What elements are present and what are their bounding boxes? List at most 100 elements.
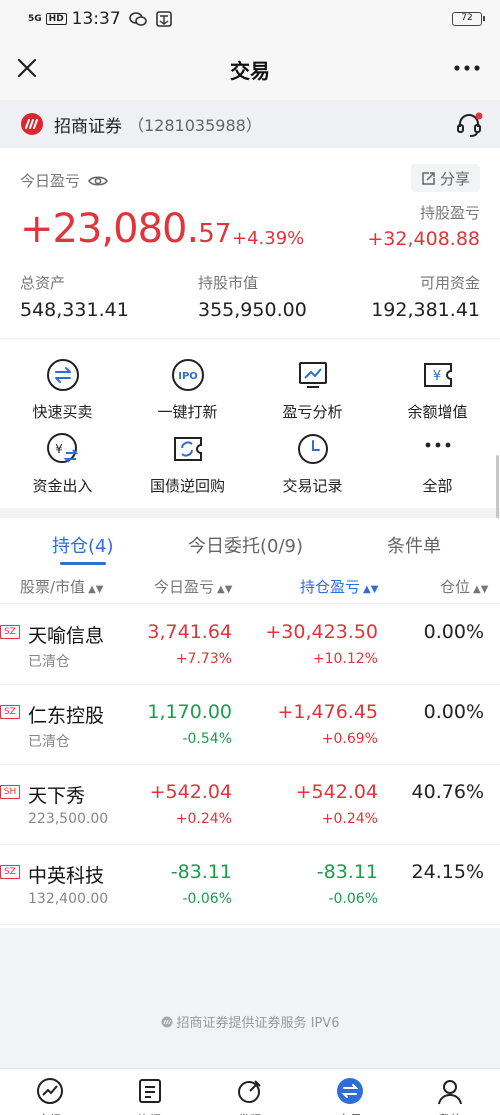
quick-trade-button[interactable]: 快速买卖 <box>0 357 125 422</box>
fund-transfer-button[interactable]: ¥ 资金出入 <box>0 431 125 496</box>
table-row[interactable]: SZ 仁东控股 已清仓 1,170.00 -0.54% +1,476.45 +0… <box>0 685 500 765</box>
close-icon[interactable] <box>14 55 40 81</box>
today-pl-cell: +542.04 <box>149 781 232 803</box>
bottom-navigation: 市场 资讯 发现 交易 我的 <box>0 1068 500 1115</box>
market-value-value: 355,950.00 <box>198 299 307 321</box>
ipo-icon: IPO <box>171 359 204 391</box>
clock-icon <box>297 434 328 464</box>
tab-conditional-orders[interactable]: 条件单 <box>387 532 441 558</box>
customer-service-icon[interactable] <box>454 110 484 140</box>
col-holding-pl[interactable]: 持仓盈亏 ▲▼ <box>300 576 378 597</box>
wechat-icon <box>128 12 147 26</box>
today-pl-pct-cell: -0.54% <box>182 731 232 747</box>
holding-pl-cell: +542.04 <box>295 781 378 803</box>
pl-analysis-label: 盈亏分析 <box>282 403 343 421</box>
svg-text:¥: ¥ <box>432 369 440 384</box>
ipo-subscribe-button[interactable]: IPO 一键打新 <box>125 357 250 422</box>
nav-discover[interactable]: 发现 <box>200 1077 300 1115</box>
eye-icon[interactable] <box>88 174 108 188</box>
sort-icon: ▲▼ <box>217 584 233 595</box>
nav-bar: 交易 <box>0 38 500 100</box>
all-functions-button[interactable]: 全部 <box>375 431 500 496</box>
pl-analysis-button[interactable]: 盈亏分析 <box>250 357 375 422</box>
swap-icon <box>46 359 79 391</box>
yen-ticket-icon: ¥ <box>423 363 452 387</box>
nav-trade[interactable]: 交易 <box>300 1077 400 1115</box>
service-provider-text: 招商证券提供证券服务 IPV6 <box>176 1016 340 1031</box>
today-pl-pct-cell: +0.24% <box>175 811 232 827</box>
col-position[interactable]: 仓位 ▲▼ <box>440 576 488 597</box>
nav-trade-label: 交易 <box>300 1111 400 1115</box>
holdings-tabs: 持仓(4) 今日委托(0/9) 条件单 <box>0 518 500 568</box>
table-row[interactable]: SH 天下秀 223,500.00 +542.04 +0.24% +542.04… <box>0 765 500 845</box>
stock-market-value: 132,400.00 <box>28 891 109 907</box>
page-title: 交易 <box>230 58 270 83</box>
holdings-panel: 持仓(4) 今日委托(0/9) 条件单 股票/市值 ▲▼ 今日盈亏 ▲▼ 持仓盈亏 ▲… <box>0 518 500 928</box>
more-icon[interactable] <box>452 58 482 78</box>
total-assets-label: 总资产 <box>20 274 66 292</box>
col-today-pl-label: 今日盈亏 <box>154 578 215 596</box>
holding-pl-label: 持股盈亏 <box>419 204 480 222</box>
nav-profile[interactable]: 我的 <box>400 1077 500 1115</box>
tab-positions[interactable]: 持仓(4) <box>52 532 114 558</box>
nav-market[interactable]: 市场 <box>0 1077 100 1115</box>
rocket-icon <box>238 1080 261 1103</box>
broker-account-bar[interactable]: 招商证券 （1281035988） <box>0 100 500 148</box>
total-assets-value: 548,331.41 <box>20 299 129 321</box>
today-pl-value: +23,080.57 <box>20 206 231 252</box>
holding-pl-pct-cell: -0.06% <box>328 891 378 907</box>
holding-pl-pct-cell: +0.69% <box>321 731 378 747</box>
today-pl-cell: 1,170.00 <box>147 701 232 723</box>
holding-pl-cell: +1,476.45 <box>277 701 378 723</box>
table-row[interactable]: SZ 中英科技 132,400.00 -83.11 -0.06% -83.11 … <box>0 845 500 925</box>
broker-name: 招商证券 <box>54 116 122 137</box>
nav-news-label: 资讯 <box>100 1111 200 1115</box>
broker-logo-icon <box>21 113 43 135</box>
repo-ticket-icon <box>173 437 202 461</box>
account-number: （1281035988） <box>128 116 262 135</box>
stock-market-value: 已清仓 <box>28 654 70 670</box>
trade-history-button[interactable]: 交易记录 <box>250 431 375 496</box>
market-value: 持股市值 355,950.00 <box>198 272 307 321</box>
col-holding-pl-label: 持仓盈亏 <box>300 578 361 596</box>
share-label: 分享 <box>439 169 470 188</box>
col-stock-market-value[interactable]: 股票/市值 ▲▼ <box>20 576 103 597</box>
market-value-label: 持股市值 <box>198 274 259 292</box>
nav-news[interactable]: 资讯 <box>100 1077 200 1115</box>
stock-market-value: 223,500.00 <box>28 811 109 827</box>
asset-summary-card: 今日盈亏 分享 +23,080.57 +4.39% 持股盈亏 +32,408.8… <box>0 148 500 338</box>
holding-pl-cell: -83.11 <box>316 861 378 883</box>
nav-market-label: 市场 <box>0 1111 100 1115</box>
col-today-pl[interactable]: 今日盈亏 ▲▼ <box>154 576 232 597</box>
function-grid: 快速买卖 IPO 一键打新 盈亏分析 ¥ 余额增值 ¥ 资金出入 国债逆回购 交… <box>0 338 500 508</box>
user-icon <box>438 1080 462 1105</box>
balance-growth-button[interactable]: ¥ 余额增值 <box>375 357 500 422</box>
market-badge: SH <box>0 785 20 799</box>
battery-indicator: 72 <box>452 12 485 26</box>
today-pl-label: 今日盈亏 <box>20 172 81 190</box>
reverse-repo-button[interactable]: 国债逆回购 <box>125 431 250 496</box>
position-cell: 0.00% <box>423 701 484 723</box>
holding-pl-pct-cell: +10.12% <box>312 651 378 667</box>
hd-badge: HD <box>45 13 67 25</box>
table-row[interactable]: SZ 天喻信息 已清仓 3,741.64 +7.73% +30,423.50 +… <box>0 605 500 685</box>
balance-growth-label: 余额增值 <box>407 403 468 421</box>
reverse-repo-label: 国债逆回购 <box>149 477 225 495</box>
position-cell: 0.00% <box>423 621 484 643</box>
broker-logo-small-icon <box>161 1016 172 1028</box>
today-pl-decimal: 57 <box>198 219 232 249</box>
tab-today-orders[interactable]: 今日委托(0/9) <box>188 532 303 558</box>
stock-market-value: 已清仓 <box>28 734 70 750</box>
col-stock-label: 股票/市值 <box>20 578 86 596</box>
sort-icon: ▲▼ <box>363 584 379 595</box>
today-pl-label-group: 今日盈亏 <box>20 170 108 191</box>
today-pl-cell: 3,741.64 <box>147 621 232 643</box>
market-badge: SZ <box>0 865 20 879</box>
status-bar: 5G HD 13:37 72 <box>0 0 500 38</box>
today-pl-pct-cell: -0.06% <box>182 891 232 907</box>
share-button[interactable]: 分享 <box>410 164 480 192</box>
position-cell: 24.15% <box>411 861 484 883</box>
nav-profile-label: 我的 <box>400 1111 500 1115</box>
document-icon <box>139 1079 161 1103</box>
stock-name: 中英科技 <box>28 865 105 887</box>
